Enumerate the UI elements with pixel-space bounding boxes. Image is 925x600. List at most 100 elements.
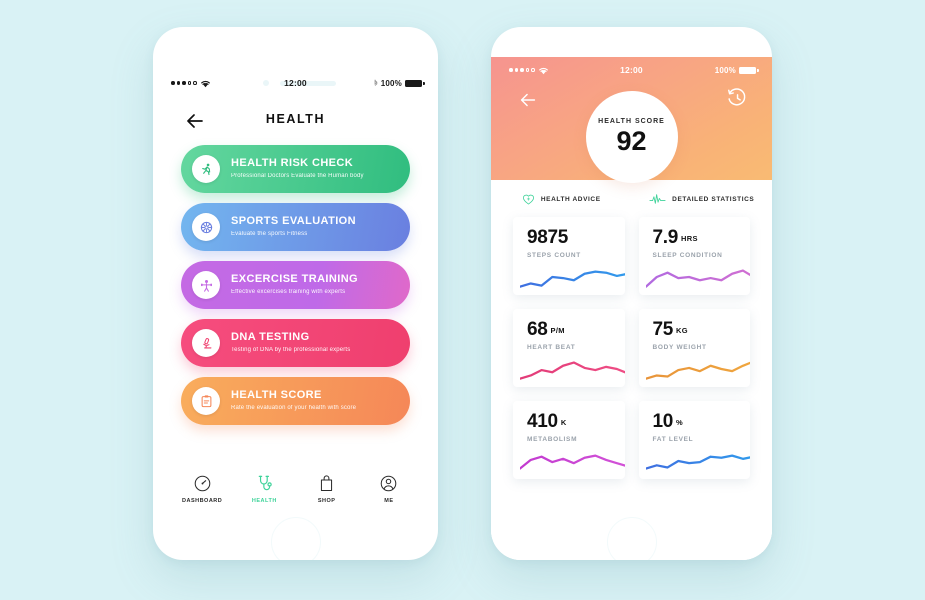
bluetooth-icon (374, 79, 378, 86)
pulse-line-icon (649, 193, 666, 204)
status-battery-group: 100% (714, 65, 759, 75)
back-arrow-icon[interactable] (517, 89, 539, 111)
menu-card-subtitle: Professional Doctors Evaluate the Human … (231, 173, 364, 179)
speedometer-icon (194, 475, 210, 492)
battery-percent: 100% (380, 78, 402, 88)
menu-card-subtitle: Rate the evaluation of your health with … (231, 405, 357, 411)
menu-card-text: SPORTS EVALUATION Evaluate the sports Fi… (231, 215, 356, 239)
sparkline-path (645, 454, 750, 470)
menu-card-sports-evaluation[interactable]: SPORTS EVALUATION Evaluate the sports Fi… (181, 203, 410, 251)
menu-card-health-score[interactable]: HEALTH SCORE Rate the evaluation of your… (181, 377, 410, 425)
sparkline-path (645, 361, 750, 380)
canvas: 12:00 100% HEALTH HEALTH RISK CHECK Prof… (0, 0, 925, 600)
menu-card-subtitle: Testing of DNA by the professional exper… (231, 347, 351, 353)
stat-value: 7.9 (652, 227, 679, 248)
tab-dashboard[interactable]: DASHBOARD (176, 474, 228, 504)
stat-card-steps-count[interactable]: 9875 STEPS COUNT (513, 217, 625, 295)
stat-card-metabolism[interactable]: 410 K METABOLISM (513, 401, 625, 479)
menu-card-health-risk-check[interactable]: HEALTH RISK CHECK Professional Doctors E… (181, 145, 410, 193)
sparkline-path (520, 361, 625, 380)
tab-shop[interactable]: SHOP (301, 474, 353, 504)
stat-label: SLEEP CONDITION (652, 252, 723, 259)
heart-health-icon (522, 194, 534, 204)
tab-label: SHOP (317, 498, 336, 504)
sparkline-path (520, 454, 625, 470)
home-button-left[interactable] (271, 517, 321, 560)
sparkline-chart (520, 270, 625, 288)
stat-value-group: 10% (653, 412, 684, 433)
segment-label: DETAILED STATISTICS (672, 195, 755, 203)
stat-label: METABOLISM (527, 436, 578, 443)
stat-unit: P/M (550, 326, 565, 335)
battery-percent: 100% (714, 65, 736, 75)
stat-label: STEPS COUNT (527, 252, 581, 259)
stat-unit: HRS (681, 234, 698, 243)
sparkline-path (645, 269, 750, 288)
menu-card-subtitle: Effective excercises training with exper… (231, 289, 346, 295)
sports-ball-icon (192, 213, 220, 241)
menu-card-title: SPORTS EVALUATION (231, 215, 356, 227)
stat-value: 10 (652, 411, 674, 432)
stat-value: 410 (527, 411, 558, 432)
menu-card-text: EXCERCISE TRAINING Effective excercises … (231, 273, 358, 297)
tab-label: ME (384, 498, 394, 504)
menu-card-text: DNA TESTING Testing of DNA by the profes… (231, 331, 350, 355)
battery-icon (739, 66, 759, 74)
tab-label: HEALTH (251, 498, 277, 504)
menu-card-title: DNA TESTING (231, 331, 310, 343)
sparkline-chart (520, 361, 625, 380)
tab-me[interactable]: ME (363, 474, 415, 504)
page-title: HEALTH (265, 112, 326, 126)
screen-right: 12:00 100% HEALTH SCORE 92 HEALTH ADVICE… (491, 57, 772, 560)
phone-top-bezel-right (491, 27, 772, 86)
menu-card-text: HEALTH SCORE Rate the evaluation of your… (231, 389, 356, 413)
segment-health-advice[interactable]: HEALTH ADVICE (491, 187, 632, 211)
status-bar-right: 12:00 100% (491, 62, 772, 78)
nav-bar-left: HEALTH (153, 109, 438, 133)
segment-detailed-statistics[interactable]: DETAILED STATISTICS (632, 187, 773, 211)
menu-card-dna-testing[interactable]: DNA TESTING Testing of DNA by the profes… (181, 319, 410, 367)
stat-card-fat-level[interactable]: 10% FAT LEVEL (638, 401, 750, 479)
stat-value: 68 (527, 319, 548, 340)
status-bar-left: 12:00 100% (153, 75, 438, 91)
menu-card-title: EXCERCISE TRAINING (231, 273, 358, 285)
phone-left: 12:00 100% HEALTH HEALTH RISK CHECK Prof… (153, 27, 438, 560)
tab-label: DASHBOARD (182, 498, 223, 504)
menu-card-list: HEALTH RISK CHECK Professional Doctors E… (181, 145, 410, 435)
sparkline-path (520, 270, 625, 288)
history-clock-icon[interactable] (726, 87, 748, 109)
stat-card-grid: 9875 STEPS COUNT 7.9 HRS SLEEP CONDITION… (513, 217, 750, 479)
stat-value-group: 410 K (527, 412, 567, 433)
stat-unit: KG (676, 326, 688, 335)
stat-value-group: 68 P/M (527, 320, 565, 341)
user-avatar-icon (381, 475, 397, 492)
menu-card-text: HEALTH RISK CHECK Professional Doctors E… (231, 157, 364, 181)
stat-label: BODY WEIGHT (652, 344, 707, 351)
shopping-bag-icon (321, 475, 333, 491)
microscope-icon (192, 329, 220, 357)
phone-right: 12:00 100% HEALTH SCORE 92 HEALTH ADVICE… (491, 27, 772, 560)
sparkline-chart (645, 361, 750, 380)
health-score-circle: HEALTH SCORE 92 (585, 91, 678, 183)
stat-value-group: 7.9 HRS (653, 228, 698, 249)
running-person-icon (192, 155, 220, 183)
health-score-label: HEALTH SCORE (598, 118, 665, 125)
stat-card-sleep-condition[interactable]: 7.9 HRS SLEEP CONDITION (638, 217, 750, 295)
stat-value: 75 (652, 319, 674, 340)
tab-health[interactable]: HEALTH (238, 474, 290, 504)
segment-label: HEALTH ADVICE (540, 195, 601, 203)
stat-label: FAT LEVEL (652, 436, 694, 443)
sparkline-chart (645, 269, 750, 288)
stat-value: 9875 (527, 227, 569, 248)
status-battery-group: 100% (374, 78, 425, 88)
stethoscope-icon (258, 475, 272, 491)
stat-label: HEART BEAT (527, 344, 576, 351)
segment-tabs: HEALTH ADVICE DETAILED STATISTICS (491, 187, 772, 211)
stat-card-heart-beat[interactable]: 68 P/M HEART BEAT (513, 309, 625, 387)
dumbbell-person-icon (192, 271, 220, 299)
sparkline-chart (520, 454, 625, 470)
sparkline-chart (645, 454, 750, 470)
menu-card-excercise-training[interactable]: EXCERCISE TRAINING Effective excercises … (181, 261, 410, 309)
home-button-right[interactable] (607, 517, 657, 560)
stat-card-body-weight[interactable]: 75 KG BODY WEIGHT (638, 309, 750, 387)
